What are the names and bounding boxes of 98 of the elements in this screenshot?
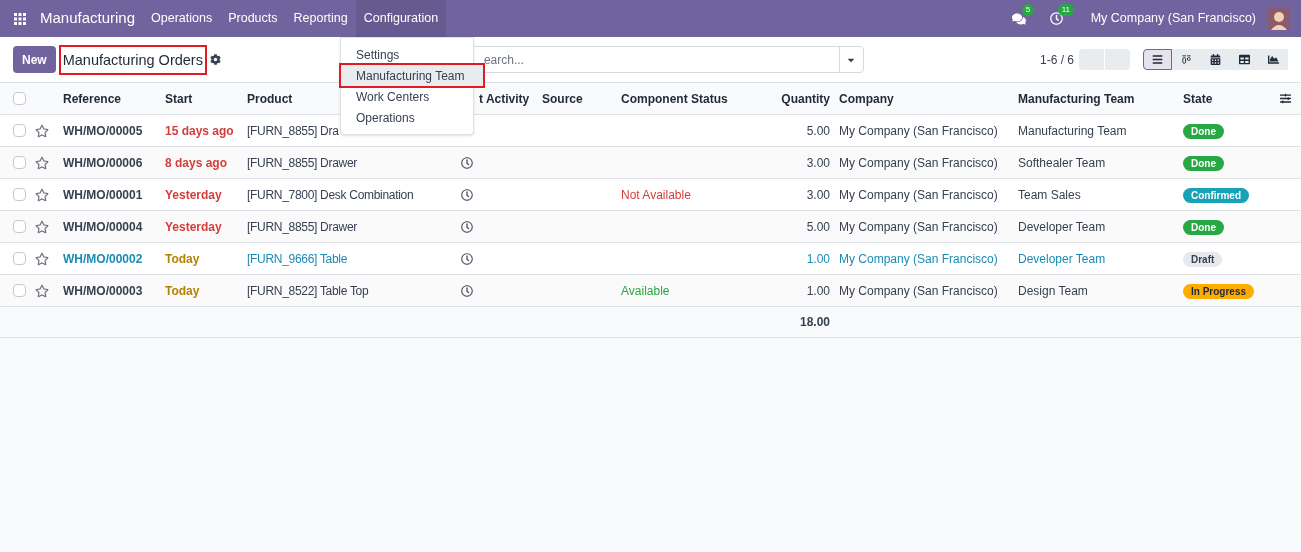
table-cell-text: My Company (San Francisco): [838, 154, 999, 172]
dropdown-item[interactable]: Settings: [341, 44, 473, 65]
table-cell-text: 3.00: [805, 186, 831, 204]
column-header[interactable]: State: [1178, 89, 1270, 108]
table-row[interactable]: WH/MO/00001 Yesterday [FURN_7800] Desk Combination Not Available 3.00 My Company (San Francisco) Team Sales Confirmed: [0, 179, 1301, 211]
navbar-menu[interactable]: Products: [220, 0, 286, 37]
star-icon[interactable]: [35, 219, 49, 234]
state-badge: Done: [1183, 123, 1224, 139]
column-header[interactable]: Source: [537, 89, 616, 108]
quantity-total: 18.00: [798, 314, 831, 331]
table-cell-text: WH/MO/00003: [62, 282, 144, 300]
row-checkbox[interactable]: [13, 156, 26, 169]
column-header[interactable]: Component Status: [616, 89, 740, 108]
calendar-view-icon: [1210, 54, 1221, 65]
navbar-menu[interactable]: Configuration: [355, 0, 447, 37]
list-view-icon: [1152, 54, 1163, 65]
activities-count: 11: [1057, 4, 1074, 16]
table-cell-text: WH/MO/00002: [62, 250, 144, 268]
row-checkbox[interactable]: [13, 220, 26, 233]
column-header[interactable]: Start: [160, 89, 242, 108]
chat-icon[interactable]: [1011, 11, 1026, 26]
table-row[interactable]: WH/MO/00002 Today [FURN_9666] Table 1.00 My Company (San Francisco) Developer Team Draft: [0, 243, 1301, 275]
app-grid-icon[interactable]: [14, 12, 26, 25]
table-cell-text: My Company (San Francisco): [838, 282, 999, 300]
column-header[interactable]: Manufacturing Team: [1013, 89, 1178, 108]
star-icon[interactable]: [35, 187, 49, 202]
row-checkbox[interactable]: [13, 188, 26, 201]
table-cell-text: My Company (San Francisco): [838, 122, 999, 140]
state-badge: Done: [1183, 155, 1224, 171]
table-cell-text: [FURN_7800] Desk Combination: [246, 186, 415, 204]
graph-view-icon: [1268, 54, 1279, 65]
clock-icon[interactable]: [461, 220, 473, 233]
table-cell-text: Design Team: [1017, 282, 1089, 300]
table-cell-text: WH/MO/00004: [62, 218, 144, 236]
table-cell-text: Today: [164, 250, 201, 268]
new-button[interactable]: New: [13, 46, 56, 73]
column-header[interactable]: Company: [834, 89, 1013, 108]
table-cell-text: Yesterday: [164, 218, 223, 236]
star-icon[interactable]: [35, 251, 49, 266]
row-checkbox[interactable]: [13, 92, 26, 105]
table-cell-text: 5.00: [805, 122, 831, 140]
table-cell-text: Developer Team: [1017, 250, 1107, 268]
state-badge: Confirmed: [1183, 187, 1249, 203]
table-cell: Available: [621, 283, 670, 298]
table-cell-text: 15 days ago: [164, 122, 235, 140]
table-cell-text: Manufacturing Team: [1017, 122, 1128, 140]
table-cell-text: Yesterday: [164, 186, 223, 204]
table-cell-text: WH/MO/00001: [62, 186, 144, 204]
table-cell-text: Softhealer Team: [1017, 154, 1107, 172]
row-checkbox[interactable]: [13, 252, 26, 265]
clock-icon[interactable]: [461, 156, 473, 169]
table-cell-text: [FURN_9666] Table: [246, 250, 349, 268]
star-icon[interactable]: [35, 123, 49, 138]
star-icon[interactable]: [35, 155, 49, 170]
state-badge: Draft: [1183, 251, 1223, 267]
row-checkbox[interactable]: [13, 124, 26, 137]
app-name[interactable]: Manufacturing: [40, 7, 136, 30]
table-cell-text: [FURN_8855] Dra: [246, 122, 340, 140]
table-cell: Not Available: [621, 187, 691, 202]
pager-value: 1-6 / 6: [1039, 51, 1074, 69]
view-switch-button[interactable]: [1143, 49, 1172, 70]
page-title: Manufacturing Orders: [58, 44, 207, 75]
table-cell-text: [FURN_8855] Drawer: [246, 218, 358, 236]
state-badge: Done: [1183, 219, 1224, 235]
state-badge: In Progress: [1183, 283, 1255, 299]
table-cell-text: Today: [164, 282, 201, 300]
table-cell-text: WH/MO/00006: [62, 154, 144, 172]
table-cell-text: Team Sales: [1017, 186, 1082, 204]
table-cell-text: My Company (San Francisco): [838, 250, 999, 268]
table-cell-text: [FURN_8522] Table Top: [246, 282, 370, 300]
table-cell-text: Developer Team: [1017, 218, 1107, 236]
settings-icon[interactable]: [209, 54, 221, 65]
table-cell-text: 8 days ago: [164, 154, 229, 172]
column-header[interactable]: Quantity: [740, 89, 834, 108]
table-cell-text: WH/MO/00005: [62, 122, 144, 140]
table-cell-text: My Company (San Francisco): [838, 218, 999, 236]
table-cell-text: [FURN_8855] Drawer: [246, 154, 358, 172]
column-header[interactable]: Reference: [58, 89, 160, 108]
row-checkbox[interactable]: [13, 284, 26, 297]
dropdown-item[interactable]: Manufacturing Team: [341, 65, 483, 86]
navbar-menu[interactable]: Operations: [143, 0, 221, 37]
messages-count: 5: [1021, 3, 1035, 16]
table-cell-text: 5.00: [805, 218, 831, 236]
pivot-view-icon: [1239, 54, 1250, 65]
dropdown-item[interactable]: Work Centers: [341, 86, 473, 107]
clock-icon[interactable]: [461, 188, 473, 201]
clock-icon[interactable]: [461, 284, 473, 297]
star-icon[interactable]: [35, 283, 49, 298]
column-options-icon[interactable]: [1280, 93, 1291, 104]
navbar-menu[interactable]: Reporting: [285, 0, 356, 37]
table-cell-text: 1.00: [805, 282, 831, 300]
company-name[interactable]: My Company (San Francisco): [1090, 9, 1256, 28]
table-cell-text: 1.00: [805, 250, 831, 268]
clock-icon[interactable]: [461, 252, 473, 265]
table-cell-text: My Company (San Francisco): [838, 186, 999, 204]
table-cell-text: 3.00: [805, 154, 831, 172]
avatar[interactable]: [1268, 7, 1290, 30]
clock-icon[interactable]: [1049, 12, 1063, 25]
